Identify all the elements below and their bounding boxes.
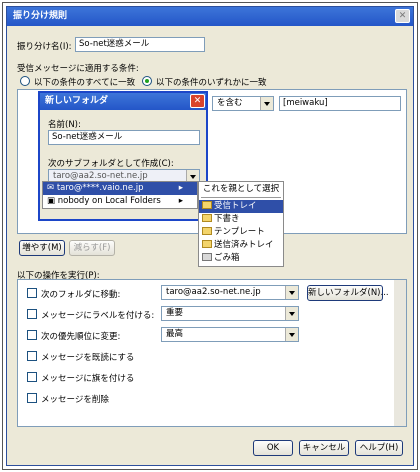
move-folder-select[interactable]: taro@aa2.so-net.ne.jp bbox=[161, 285, 299, 300]
move-folder-value: taro@aa2.so-net.ne.jp bbox=[166, 287, 261, 297]
drafts-icon bbox=[202, 214, 212, 222]
condition-value-input[interactable]: [meiwaku] bbox=[279, 96, 401, 111]
conditions-label: 受信メッセージに適用する条件: bbox=[17, 64, 139, 74]
move-to-folder-checkbox[interactable] bbox=[27, 288, 37, 298]
operator-select[interactable]: を含む bbox=[212, 96, 274, 111]
dialog-title: 振り分け規則 bbox=[13, 11, 68, 21]
match-all-radio[interactable] bbox=[20, 76, 30, 86]
templates-icon bbox=[202, 227, 212, 235]
folder-name-label: 名前(N): bbox=[48, 120, 81, 130]
inbox-icon bbox=[202, 201, 212, 209]
match-all-label: 以下の条件のすべてに一致 bbox=[34, 78, 136, 88]
trash-label: ごみ箱 bbox=[214, 253, 240, 263]
priority-select[interactable]: 最高 bbox=[161, 327, 299, 342]
menu-item-trash[interactable]: ごみ箱 bbox=[199, 252, 283, 265]
menu-item-templates[interactable]: テンプレート bbox=[199, 226, 283, 239]
filter-name-input[interactable]: So-net迷惑メール bbox=[75, 37, 205, 52]
mark-read-label: メッセージを既読にする bbox=[41, 353, 135, 363]
local-folders-label: nobody on Local Folders bbox=[57, 196, 161, 206]
trash-icon bbox=[202, 253, 212, 261]
menu-divider bbox=[201, 197, 281, 198]
delete-label: メッセージを削除 bbox=[41, 395, 109, 405]
mark-read-checkbox[interactable] bbox=[27, 351, 37, 361]
close-icon[interactable]: ✕ bbox=[190, 94, 205, 108]
label-select-value: 重要 bbox=[166, 308, 184, 318]
inbox-label: 受信トレイ bbox=[214, 201, 257, 211]
drafts-label: 下書き bbox=[214, 214, 240, 224]
menu-item-account-taro[interactable]: ✉ taro@****.vaio.ne.jp ▸ bbox=[43, 182, 197, 195]
move-to-folder-label: 次のフォルダに移動: bbox=[41, 290, 121, 300]
folder-name-input[interactable]: So-net迷惑メール bbox=[48, 130, 200, 145]
actions-scrollbar[interactable] bbox=[394, 280, 406, 426]
sent-label: 送信済みトレイ bbox=[214, 240, 274, 250]
templates-label: テンプレート bbox=[214, 227, 265, 237]
account-menu: ✉ taro@****.vaio.ne.jp ▸ ▣ nobody on Loca… bbox=[42, 181, 198, 209]
account-taro-label: taro@****.vaio.ne.jp bbox=[56, 183, 144, 193]
new-folder-button[interactable]: 新しいフォルダ(N)... bbox=[307, 285, 389, 301]
filter-name-label: 振り分け名(I): bbox=[17, 42, 72, 52]
priority-value: 最高 bbox=[166, 329, 184, 339]
ok-button[interactable]: OK bbox=[253, 440, 293, 456]
menu-item-inbox[interactable]: 受信トレイ bbox=[199, 200, 283, 213]
remove-condition-button[interactable]: 減らす(F) bbox=[69, 240, 115, 256]
chevron-right-icon: ▸ bbox=[178, 196, 183, 206]
close-icon[interactable]: ✕ bbox=[395, 9, 410, 23]
sent-icon bbox=[202, 240, 212, 248]
help-button[interactable]: ヘルプ(H) bbox=[355, 440, 403, 456]
label-checkbox[interactable] bbox=[27, 309, 37, 319]
folder-submenu: これを親として選択 受信トレイ 下書き テンプレート 送信済みトレイ ごみ箱 bbox=[198, 181, 284, 267]
computer-icon: ▣ bbox=[47, 196, 58, 206]
new-folder-titlebar: 新しいフォルダ bbox=[40, 93, 206, 110]
flag-checkbox[interactable] bbox=[27, 372, 37, 382]
delete-checkbox[interactable] bbox=[27, 393, 37, 403]
new-folder-title: 新しいフォルダ bbox=[45, 96, 109, 106]
cancel-button[interactable]: キャンセル bbox=[299, 440, 349, 456]
chevron-down-icon bbox=[285, 328, 298, 341]
operator-value: を含む bbox=[217, 98, 243, 108]
menu-item-sent[interactable]: 送信済みトレイ bbox=[199, 239, 283, 252]
menu-item-drafts[interactable]: 下書き bbox=[199, 213, 283, 226]
chevron-right-icon: ▸ bbox=[178, 183, 183, 193]
parent-folder-value: taro@aa2.so-net.ne.jp bbox=[53, 171, 148, 181]
dialog-titlebar: 振り分け規則 bbox=[7, 7, 413, 26]
priority-checkbox[interactable] bbox=[27, 330, 37, 340]
menu-item-select-as-parent[interactable]: これを親として選択 bbox=[199, 183, 283, 196]
chevron-down-icon bbox=[285, 286, 298, 299]
priority-label: 次の優先順位に変更: bbox=[41, 332, 121, 342]
parent-folder-label: 次のサブフォルダとして作成(C): bbox=[48, 159, 174, 169]
chevron-down-icon bbox=[260, 97, 273, 110]
label-select[interactable]: 重要 bbox=[161, 306, 299, 321]
match-any-radio[interactable] bbox=[142, 76, 152, 86]
match-any-label: 以下の条件のいずれかに一致 bbox=[156, 78, 267, 88]
label-action-label: メッセージにラベルを付ける: bbox=[41, 311, 155, 321]
add-condition-button[interactable]: 増やす(M) bbox=[19, 240, 65, 256]
menu-item-local-folders[interactable]: ▣ nobody on Local Folders ▸ bbox=[43, 195, 197, 208]
flag-label: メッセージに旗を付ける bbox=[41, 374, 135, 384]
mail-icon: ✉ bbox=[47, 183, 57, 193]
chevron-down-icon bbox=[285, 307, 298, 320]
